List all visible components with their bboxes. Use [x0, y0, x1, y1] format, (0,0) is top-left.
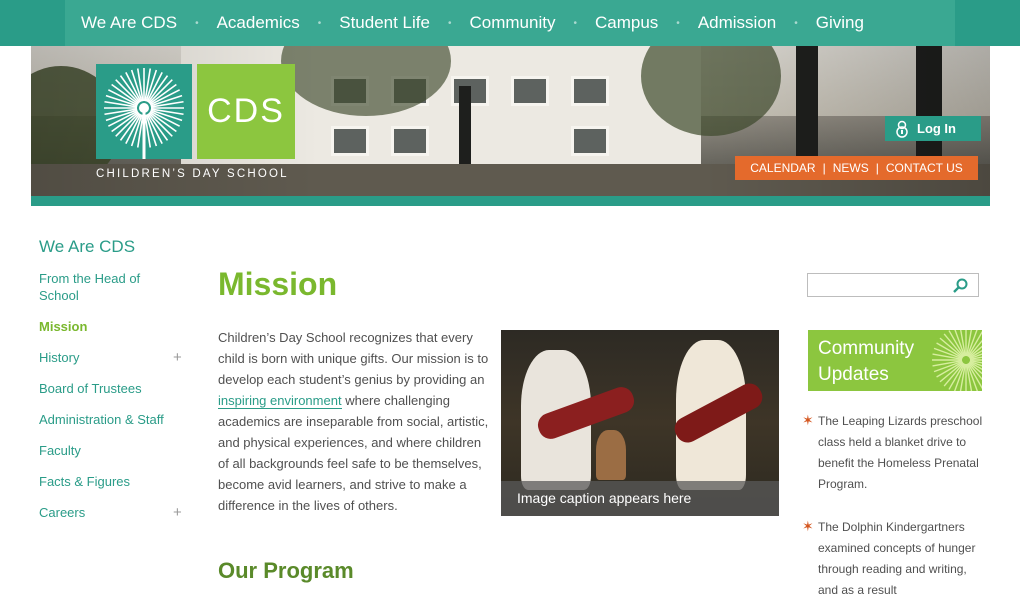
- util-link-contact-us[interactable]: CONTACT US: [886, 161, 963, 175]
- nav-item-we-are-cds[interactable]: We Are CDS: [81, 13, 177, 33]
- utility-links: CALENDAR | NEWS | CONTACT US: [735, 156, 978, 180]
- sidebar-item-from-the-head-of-school[interactable]: From the Head of School: [39, 270, 159, 304]
- plus-icon[interactable]: +: [173, 349, 182, 366]
- news-text: The Dolphin Kindergartners examined conc…: [818, 520, 976, 597]
- sidebar-item-mission[interactable]: Mission: [39, 318, 189, 335]
- news-item[interactable]: ✶ The Dolphin Kindergartners examined con…: [802, 517, 987, 600]
- sidebar-item-label: Faculty: [39, 443, 81, 458]
- sidebar-item-label: From the Head of School: [39, 271, 141, 303]
- header-banner: CDS CHILDREN’S DAY SCHOOL Log In CALENDA…: [31, 46, 990, 196]
- sidebar-item-careers[interactable]: Careers +: [39, 504, 189, 521]
- mission-text-part: Children’s Day School recognizes that ev…: [218, 330, 489, 387]
- login-button[interactable]: Log In: [885, 116, 981, 141]
- top-navigation-bar: We Are CDS • Academics • Student Life • Commun…: [65, 0, 955, 46]
- sunburst-icon: [932, 330, 982, 391]
- util-link-calendar[interactable]: CALENDAR: [750, 161, 815, 175]
- util-link-news[interactable]: NEWS: [833, 161, 869, 175]
- image-caption: Image caption appears here: [501, 481, 779, 516]
- nav-item-giving[interactable]: Giving: [816, 13, 864, 33]
- sunburst-icon: [104, 68, 184, 159]
- nav-separator: •: [573, 17, 577, 29]
- section-heading: Our Program: [218, 558, 354, 583]
- search-icon[interactable]: [952, 278, 968, 294]
- sidebar-item-board-of-trustees[interactable]: Board of Trustees: [39, 380, 189, 397]
- nav-separator: •: [317, 17, 322, 29]
- login-label: Log In: [917, 121, 956, 136]
- mission-text-part: where challenging academics are insepara…: [218, 393, 489, 513]
- logo-sunburst[interactable]: [96, 64, 192, 159]
- nav-separator: •: [676, 17, 680, 29]
- star-bullet-icon: ✶: [802, 518, 814, 534]
- news-item[interactable]: ✶ The Leaping Lizards preschool class hel…: [802, 411, 987, 495]
- star-bullet-icon: ✶: [802, 412, 814, 428]
- sidebar-item-administration-staff[interactable]: Administration & Staff: [39, 411, 189, 428]
- community-title-line: Community: [818, 338, 915, 359]
- community-updates-banner[interactable]: Community Updates: [808, 330, 982, 391]
- logo-cds[interactable]: CDS: [197, 64, 295, 159]
- sidebar-item-history[interactable]: History +: [39, 349, 189, 366]
- logo-text: CDS: [207, 92, 285, 130]
- sidebar-item-facts-figures[interactable]: Facts & Figures: [39, 473, 189, 490]
- community-title-line: Updates: [818, 364, 889, 385]
- sidebar-title: We Are CDS: [39, 237, 136, 256]
- sidebar-item-faculty[interactable]: Faculty: [39, 442, 189, 459]
- nav-item-academics[interactable]: Academics: [217, 13, 300, 33]
- news-text: The Leaping Lizards preschool class held…: [818, 414, 983, 491]
- logo-tagline: CHILDREN’S DAY SCHOOL: [96, 168, 289, 180]
- sidebar-item-label: Board of Trustees: [39, 381, 142, 396]
- header-divider: [31, 196, 990, 206]
- nav-item-admission[interactable]: Admission: [698, 13, 776, 33]
- mission-text: Children’s Day School recognizes that ev…: [218, 327, 494, 516]
- plus-icon[interactable]: +: [173, 504, 182, 521]
- lock-icon: [896, 120, 908, 138]
- sidebar-item-label: Facts & Figures: [39, 474, 131, 489]
- util-separator: |: [875, 161, 879, 175]
- photo-figure: [596, 430, 626, 480]
- util-separator: |: [822, 161, 826, 175]
- nav-separator: •: [794, 17, 798, 29]
- inspiring-environment-link[interactable]: inspiring environment: [218, 393, 342, 409]
- sidebar-item-label: Careers: [39, 505, 86, 520]
- nav-separator: •: [447, 17, 452, 29]
- page-title: Mission: [218, 266, 338, 302]
- top-navigation: We Are CDS • Academics • Student Life • Commun…: [0, 0, 1020, 46]
- nav-item-student-life[interactable]: Student Life: [339, 13, 430, 33]
- sidebar-nav: From the Head of School Mission History + Bo…: [39, 270, 189, 535]
- sidebar-item-label: Administration & Staff: [39, 412, 164, 427]
- sidebar-item-label: History: [39, 350, 80, 365]
- nav-item-community[interactable]: Community: [470, 13, 556, 33]
- community-updates-title: Community Updates: [818, 336, 914, 388]
- mission-photo: Image caption appears here: [501, 330, 779, 516]
- news-list: ✶ The Leaping Lizards preschool class hel…: [802, 411, 987, 600]
- sidebar-item-label: Mission: [39, 319, 88, 334]
- nav-separator: •: [195, 17, 199, 29]
- nav-item-campus[interactable]: Campus: [595, 13, 658, 33]
